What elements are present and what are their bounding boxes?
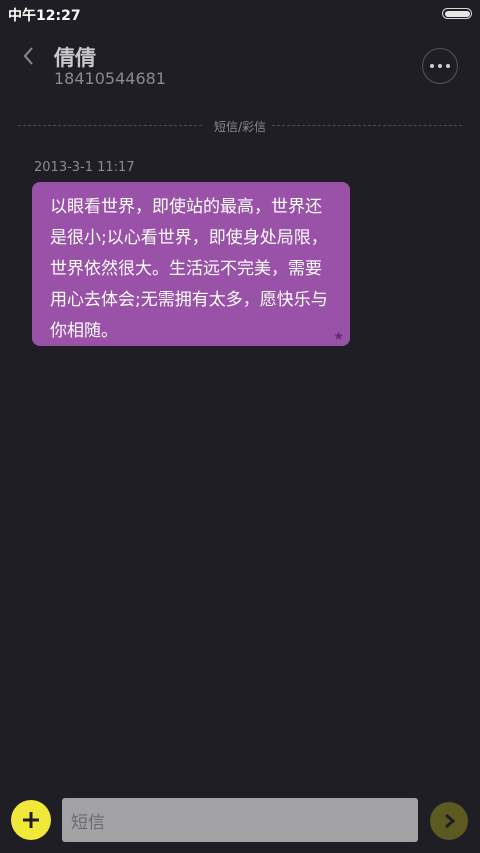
contact-number: 18410544681 (54, 69, 166, 88)
back-button[interactable] (14, 42, 44, 72)
contact-name: 倩倩 (54, 46, 96, 70)
battery-icon (442, 8, 472, 19)
status-time: 中午12:27 (8, 8, 81, 24)
message-input-placeholder: 短信 (71, 812, 105, 833)
status-bar: 中午12:27 (0, 0, 480, 28)
battery-level-fill (444, 10, 470, 17)
compose-bar: 短信 (0, 790, 480, 853)
message-type-divider: 短信/彩信 (18, 116, 462, 136)
divider-label: 短信/彩信 (213, 120, 267, 134)
message-input[interactable]: 短信 (62, 798, 418, 842)
divider-line (272, 125, 462, 126)
message-timestamp: 2013-3-1 11:17 (34, 160, 135, 175)
conversation-header: 倩倩 18410544681 (0, 28, 480, 108)
message-bubble[interactable]: 以眼看世界，即使站的最高，世界还是很小;以心看世界，即使身处局限，世界依然很大。… (32, 182, 350, 346)
more-options-button[interactable] (422, 48, 458, 84)
message-text: 以眼看世界，即使站的最高，世界还是很小;以心看世界，即使身处局限，世界依然很大。… (50, 197, 328, 341)
send-arrow-icon (445, 813, 456, 829)
chevron-left-icon (23, 47, 33, 65)
add-attachment-button[interactable] (11, 800, 51, 840)
star-icon: ★ (333, 329, 344, 343)
more-dots-icon (430, 64, 450, 68)
send-button[interactable] (430, 802, 468, 840)
plus-icon (23, 812, 39, 828)
